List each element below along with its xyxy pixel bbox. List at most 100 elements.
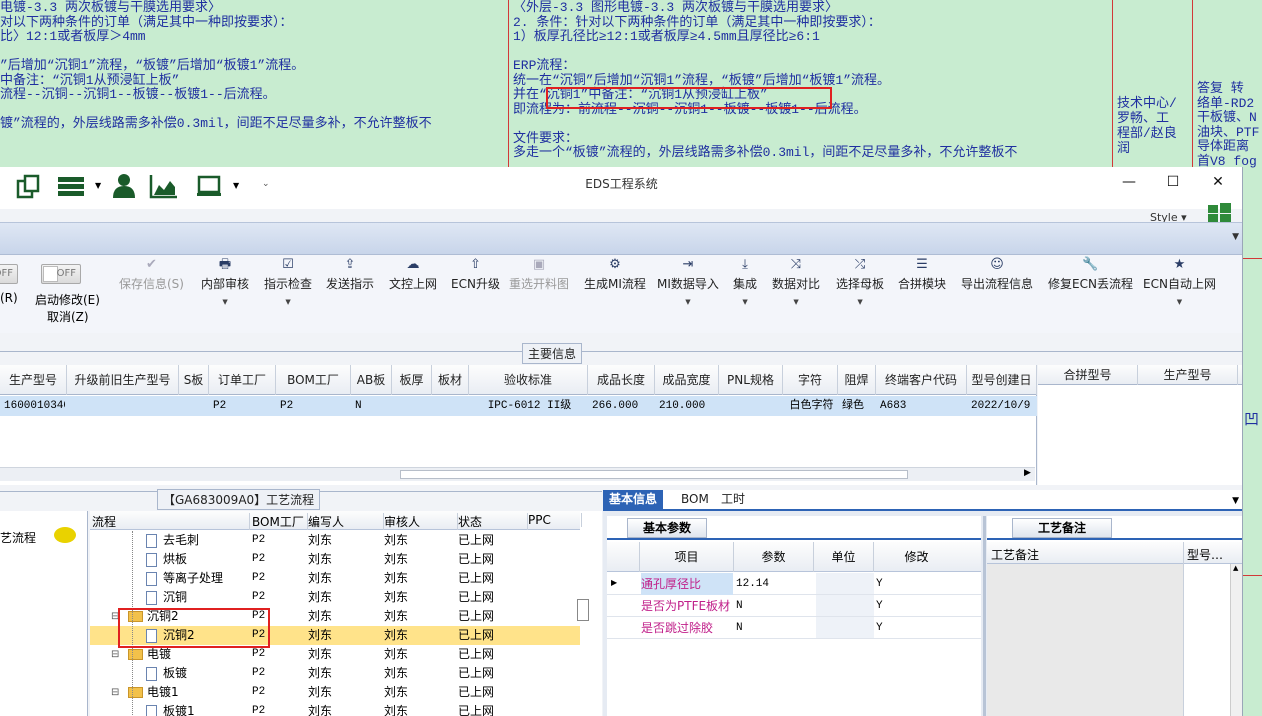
ribbon-icon: ☑	[282, 257, 294, 272]
column-header[interactable]: 修改	[873, 542, 959, 572]
column-header[interactable]: 项目	[639, 542, 733, 572]
collapse-icon[interactable]: ⊟	[111, 683, 119, 702]
close-button[interactable]: ✕	[1201, 171, 1235, 193]
table-row[interactable]: ▶ 通孔厚径比 12.14 Y	[607, 573, 981, 595]
column-header[interactable]: BOM工厂	[252, 513, 308, 530]
ribbon-button-13[interactable]: ☺ 导出流程信息	[961, 257, 1033, 293]
process-category-item[interactable]: 艺流程	[0, 529, 36, 546]
ribbon-button-12[interactable]: ☰ 合拼模块	[898, 257, 946, 293]
column-header[interactable]: BOM工厂	[276, 365, 351, 395]
ribbon-button-14[interactable]: 🔧 修复ECN丢流程	[1048, 257, 1133, 293]
ribbon-button-2[interactable]: ☑ 指示检查 ▼	[264, 257, 312, 306]
cancel-label[interactable]: 取消(Z)	[47, 308, 89, 325]
ribbon-button-8[interactable]: ⇥ MI数据导入 ▼	[657, 257, 719, 306]
param-value[interactable]: N	[736, 595, 743, 617]
table-row[interactable]: 是否跳过除胶 N Y	[607, 617, 981, 639]
scroll-right-icon[interactable]: ▶	[1024, 468, 1031, 478]
column-header[interactable]: AB板	[351, 365, 392, 395]
ribbon-button-15[interactable]: ★ ECN自动上网 ▼	[1143, 257, 1216, 306]
horizontal-scrollbar[interactable]: ▶	[0, 467, 1035, 481]
column-header[interactable]: 合拼型号	[1038, 365, 1138, 385]
ribbon-button-3[interactable]: ⇪ 发送指示	[326, 257, 374, 293]
table-row[interactable]: 1600010340 P2 P2 N IPC-6012 II级 266.000 210.00…	[0, 396, 1037, 416]
ribbon-button-11[interactable]: ⤮ 选择母板 ▼	[836, 257, 884, 306]
ribbon-button-6[interactable]: ▣ 重选开料图	[509, 257, 569, 293]
dropdown-arrow-icon[interactable]: ▼	[657, 298, 719, 306]
dropdown-arrow-icon[interactable]: ▼	[733, 298, 757, 306]
collapse-ribbon-icon[interactable]: ▼	[1232, 232, 1239, 242]
ribbon-label: 文控上网	[389, 277, 438, 291]
column-header[interactable]: 生产型号	[1138, 365, 1238, 385]
tab-basic-info[interactable]: 基本信息	[603, 490, 664, 509]
param-modify: Y	[876, 600, 883, 612]
column-header[interactable]: 成品宽度	[655, 365, 719, 395]
ribbon-button-0[interactable]: ✔ 保存信息(S)	[119, 257, 184, 293]
maximize-button[interactable]: ☐	[1156, 171, 1190, 193]
column-header[interactable]: 编写人	[308, 513, 384, 530]
column-header[interactable]: 参数	[733, 542, 813, 572]
dropdown-arrow-icon[interactable]: ▼	[201, 298, 249, 306]
toggle-switch-2[interactable]: OFF	[41, 264, 81, 284]
column-header[interactable]: PNL规格	[719, 365, 783, 395]
list-item[interactable]: 等离子处理 P2 刘东 刘东 已上网	[90, 569, 580, 588]
table-cell: 刘东	[308, 590, 333, 604]
column-header[interactable]: 生产型号	[0, 365, 67, 395]
dropdown-arrow-icon[interactable]: ▼	[1143, 298, 1216, 306]
dropdown-arrow-icon[interactable]: ▼	[264, 298, 312, 306]
column-header[interactable]: 状态	[458, 513, 528, 530]
ribbon-button-7[interactable]: ⚙ 生成MI流程	[584, 257, 646, 293]
list-item[interactable]: 板镀1 P2 刘东 刘东 已上网	[90, 702, 580, 716]
minimize-button[interactable]: —	[1112, 171, 1146, 193]
remarks-scrollbar[interactable]: ▲	[1230, 564, 1242, 716]
column-header[interactable]: 型号创建日	[967, 365, 1037, 395]
bg-text-line: 比〉12:1或者板厚＞4mm	[0, 29, 146, 44]
column-header[interactable]: 板材	[432, 365, 469, 395]
column-header[interactable]: 单位	[813, 542, 873, 572]
ribbon-button-10[interactable]: ⤨ 数据对比 ▼	[772, 257, 820, 306]
bg-text-line: 中备注：“沉铜1从预浸缸上板”	[0, 72, 180, 88]
ribbon-button-1[interactable]: 🖶 内部审核 ▼	[201, 257, 249, 306]
dropdown-arrow-icon[interactable]: ▼	[772, 298, 820, 306]
column-header[interactable]: 终端客户代码	[876, 365, 967, 395]
ribbon-label: 合拼模块	[898, 277, 947, 291]
column-header[interactable]: 验收标准	[469, 365, 588, 395]
ribbon-button-9[interactable]: ⤓ 集成 ▼	[733, 257, 757, 306]
param-modify: Y	[876, 622, 883, 634]
list-item[interactable]: ⊟ 电镀1 P2 刘东 刘东 已上网	[90, 683, 580, 702]
list-item[interactable]: 烘板 P2 刘东 刘东 已上网	[90, 550, 580, 569]
column-header[interactable]: S板	[179, 365, 209, 395]
vertical-scrollbar-thumb[interactable]	[577, 599, 589, 621]
list-item[interactable]: 去毛刺 P2 刘东 刘东 已上网	[90, 531, 580, 550]
comment-icon[interactable]	[54, 527, 76, 543]
document-icon	[146, 552, 157, 567]
column-header[interactable]: 流程	[92, 513, 250, 530]
column-header[interactable]: 板厚	[392, 365, 432, 395]
tab-process-remarks[interactable]: 工艺备注	[1012, 518, 1112, 538]
list-item[interactable]: 板镀 P2 刘东 刘东 已上网	[90, 664, 580, 683]
quick-access-toolbar: ▼ ▼ ⌄ EDS工程系统 — ☐ ✕	[0, 167, 1242, 209]
ribbon-icon: ⇥	[682, 257, 694, 272]
startup-modify-label[interactable]: 启动修改(E)	[35, 291, 100, 308]
tab-menu-icon[interactable]: ▼	[1232, 496, 1239, 506]
tab-bom[interactable]: BOM	[675, 490, 715, 509]
column-header[interactable]: 升级前旧生产型号	[67, 365, 179, 395]
tab-worktime[interactable]: 工时	[715, 490, 751, 509]
param-value[interactable]: 12.14	[736, 573, 769, 595]
ribbon-button-4[interactable]: ☁ 文控上网	[389, 257, 437, 293]
column-header[interactable]: 订单工厂	[209, 365, 276, 395]
column-header[interactable]: 字符	[783, 365, 838, 395]
column-header[interactable]: 审核人	[384, 513, 458, 530]
param-value[interactable]: N	[736, 617, 743, 639]
column-header[interactable]: 阻焊	[838, 365, 876, 395]
table-cell: P2	[252, 572, 266, 584]
process-tree: 流程 BOM工厂 编写人 审核人 状态 PPC 去毛刺 P2 刘东 刘东 已上网 烘板 P2 刘东 刘东已…	[90, 511, 602, 716]
column-header[interactable]: 成品长度	[588, 365, 655, 395]
scrollbar-thumb[interactable]	[400, 470, 908, 479]
toggle-switch-1[interactable]: OFF	[0, 264, 18, 284]
list-item[interactable]: 沉铜 P2 刘东 刘东 已上网	[90, 588, 580, 607]
table-row[interactable]: 是否为PTFE板材 N Y	[607, 595, 981, 617]
tab-basic-params[interactable]: 基本参数	[627, 518, 707, 538]
column-header[interactable]: PPC	[528, 513, 582, 527]
dropdown-arrow-icon[interactable]: ▼	[836, 298, 884, 306]
ribbon-button-5[interactable]: ⇧ ECN升级	[451, 257, 500, 293]
